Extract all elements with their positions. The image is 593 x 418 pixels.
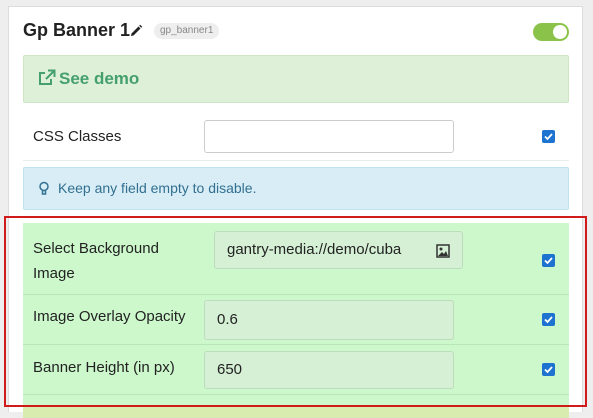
checkmark-icon: [544, 366, 553, 374]
css-classes-label: CSS Classes: [33, 128, 122, 145]
banner-height-checkbox[interactable]: [542, 363, 555, 376]
background-image-input[interactable]: gantry-media://demo/cuba: [214, 231, 424, 269]
row-divider: [23, 344, 569, 345]
row-divider: [23, 294, 569, 295]
css-classes-row: CSS Classes: [23, 110, 569, 161]
checkmark-icon: [544, 133, 553, 141]
background-image-checkbox[interactable]: [542, 254, 555, 267]
pencil-icon[interactable]: [129, 24, 143, 38]
see-demo-label: See demo: [59, 69, 140, 88]
css-classes-checkbox[interactable]: [542, 130, 555, 143]
row-divider: [23, 394, 569, 395]
banner-height-input[interactable]: 650: [204, 351, 454, 389]
checkmark-icon: [544, 316, 553, 324]
css-classes-input[interactable]: [204, 120, 454, 153]
background-image-label: Select Background Image: [33, 240, 159, 282]
overlay-opacity-label: Image Overlay Opacity: [33, 308, 186, 325]
lightbulb-icon: [39, 181, 49, 195]
enable-toggle[interactable]: [533, 23, 569, 41]
info-text: Keep any field empty to disable.: [58, 180, 257, 196]
next-section-edge: [23, 407, 569, 418]
image-picker-button[interactable]: [423, 231, 463, 269]
checkmark-icon: [544, 257, 553, 265]
overlay-opacity-checkbox[interactable]: [542, 313, 555, 326]
see-demo-link[interactable]: See demo: [23, 55, 569, 103]
edited-fields-group: Select Background Image gantry-media://d…: [23, 223, 569, 412]
info-alert: Keep any field empty to disable.: [23, 167, 569, 210]
banner-height-label: Banner Height (in px): [33, 359, 175, 376]
overlay-opacity-input[interactable]: 0.6: [204, 300, 454, 340]
particle-panel: Gp Banner 1 gp_banner1 See demo CSS Clas…: [8, 6, 583, 418]
page-title: Gp Banner 1: [23, 20, 131, 40]
particle-id-badge: gp_banner1: [154, 23, 220, 39]
toggle-knob: [553, 25, 567, 39]
image-picker-icon: [436, 244, 450, 258]
external-link-icon: [39, 69, 56, 85]
panel-header: Gp Banner 1 gp_banner1: [9, 7, 582, 53]
